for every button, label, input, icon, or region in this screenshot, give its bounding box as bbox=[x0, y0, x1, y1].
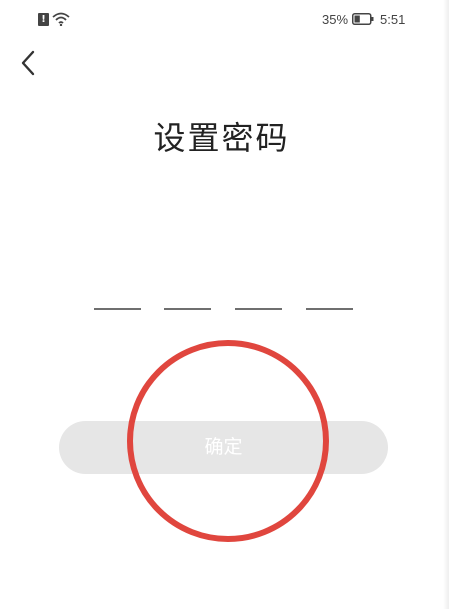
screen: ! 35% 5:51 设置密码 确定 bbox=[0, 0, 449, 609]
screen-edge bbox=[443, 0, 449, 609]
wifi-icon bbox=[52, 12, 70, 26]
sim-alert-icon: ! bbox=[38, 13, 49, 26]
pin-input[interactable] bbox=[94, 300, 354, 314]
pin-slot-1[interactable] bbox=[94, 308, 141, 310]
chevron-left-icon bbox=[21, 50, 35, 76]
pin-slot-4[interactable] bbox=[306, 308, 353, 310]
back-button[interactable] bbox=[16, 48, 44, 78]
clock: 5:51 bbox=[380, 12, 406, 27]
pin-slot-2[interactable] bbox=[164, 308, 211, 310]
battery-icon bbox=[352, 13, 374, 25]
battery-fill bbox=[354, 15, 360, 23]
page-title: 设置密码 bbox=[153, 119, 290, 157]
pin-slot-3[interactable] bbox=[235, 308, 282, 310]
status-bar: ! 35% 5:51 bbox=[0, 0, 449, 38]
confirm-button[interactable]: 确定 bbox=[59, 421, 388, 474]
battery-percent: 35% bbox=[322, 12, 349, 27]
